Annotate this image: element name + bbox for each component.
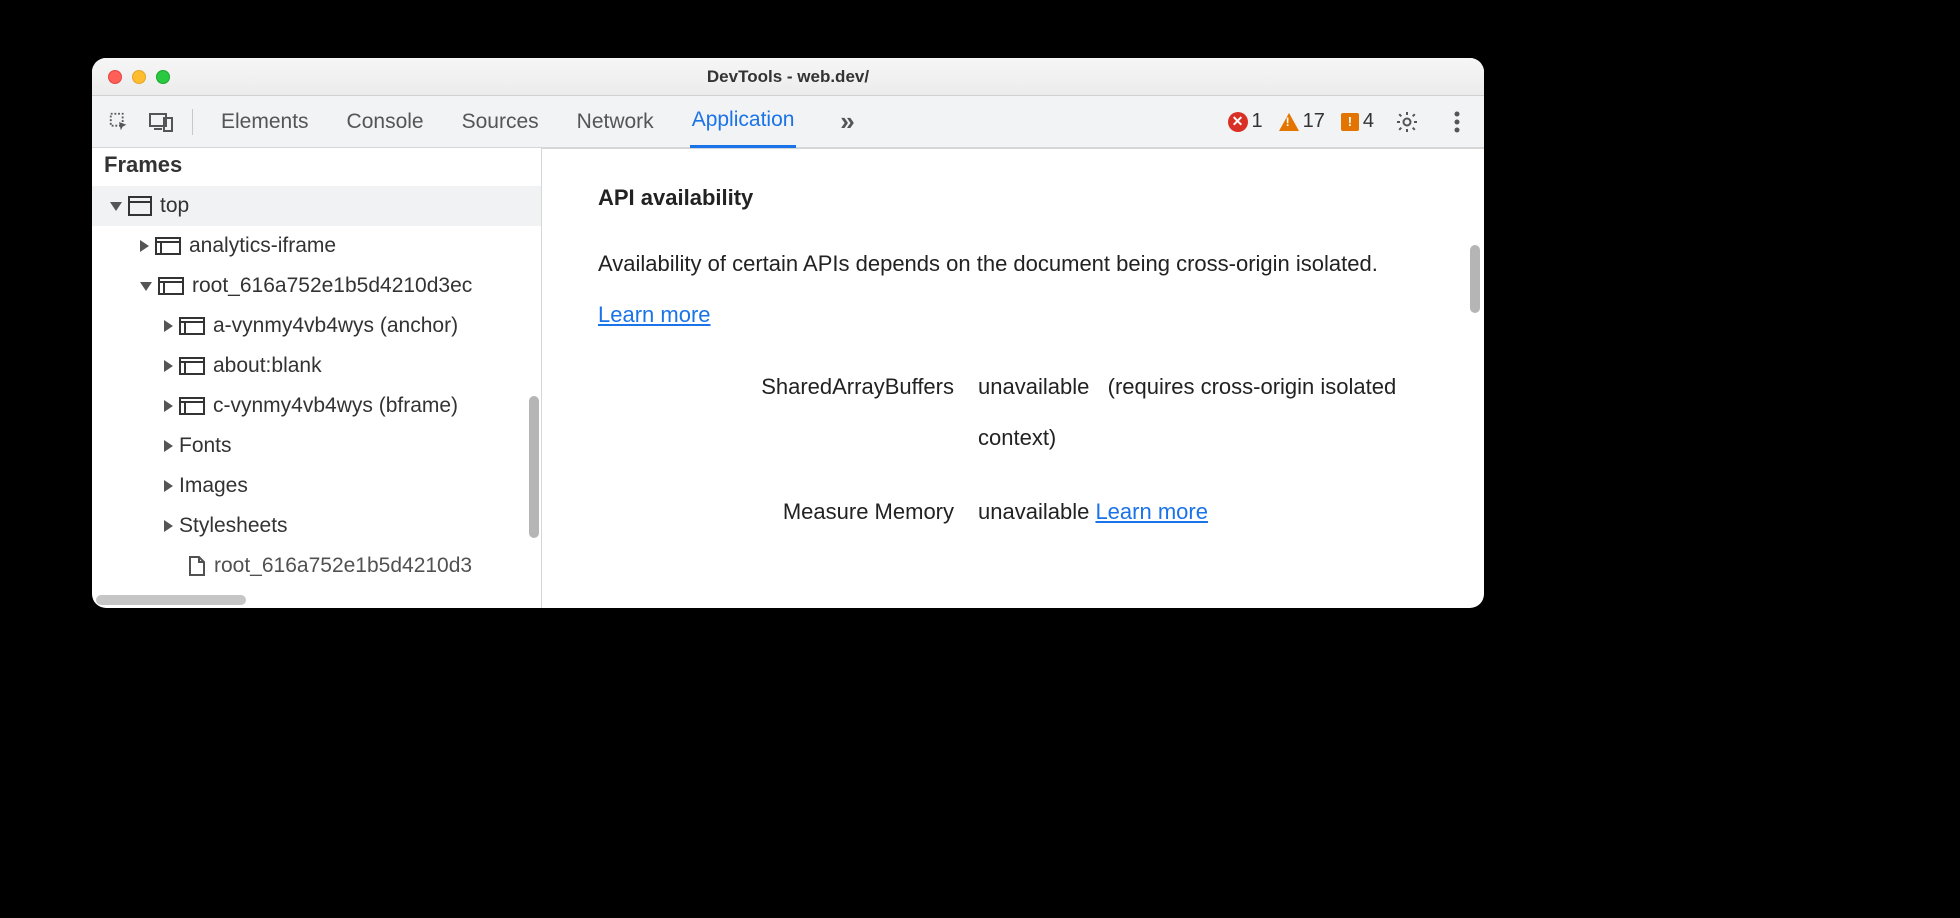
frame-icon	[158, 277, 184, 295]
toolbar-separator	[192, 109, 193, 135]
panel-tabs: Elements Console Sources Network Applica…	[219, 96, 864, 148]
learn-more-link[interactable]: Learn more	[598, 302, 711, 327]
tab-sources[interactable]: Sources	[460, 96, 541, 148]
issues-number: 4	[1363, 110, 1374, 133]
tree-item-root[interactable]: root_616a752e1b5d4210d3ec	[92, 266, 541, 306]
inspect-icon[interactable]	[102, 105, 136, 139]
tree-item-fonts[interactable]: Fonts	[92, 426, 541, 466]
tree-item-file[interactable]: root_616a752e1b5d4210d3	[92, 546, 541, 586]
api-row-value: unavailable Learn more	[978, 487, 1434, 538]
frames-tree: top analytics-iframe root_616a752e1b5d42…	[92, 186, 541, 608]
kebab-menu-icon[interactable]	[1440, 105, 1474, 139]
sidebar-heading: Frames	[92, 148, 541, 186]
chevron-right-icon	[164, 480, 173, 492]
tree-label: about:blank	[213, 354, 322, 378]
main-scrollbar-vertical[interactable]	[1470, 245, 1480, 313]
tree-label: root_616a752e1b5d4210d3ec	[192, 274, 472, 298]
tree-item-blank[interactable]: about:blank	[92, 346, 541, 386]
devtools-toolbar: Elements Console Sources Network Applica…	[92, 96, 1484, 148]
issues-icon: !	[1341, 113, 1359, 131]
tab-application[interactable]: Application	[690, 96, 797, 148]
frame-icon	[179, 357, 205, 375]
chevron-right-icon	[164, 520, 173, 532]
warning-icon	[1279, 113, 1299, 131]
api-row-label: Measure Memory	[598, 487, 978, 538]
device-toggle-icon[interactable]	[144, 105, 178, 139]
tree-item-stylesheets[interactable]: Stylesheets	[92, 506, 541, 546]
api-row-value: unavailable (requires cross-origin isola…	[978, 362, 1434, 463]
chevron-right-icon	[164, 400, 173, 412]
file-icon	[188, 556, 206, 576]
window-icon	[128, 196, 152, 216]
chevron-right-icon	[164, 320, 173, 332]
api-availability-table: SharedArrayBuffers unavailable (requires…	[598, 362, 1434, 538]
chevron-right-icon	[140, 240, 149, 252]
learn-more-link[interactable]: Learn more	[1095, 499, 1208, 524]
frame-icon	[155, 237, 181, 255]
main-panel: API availability Availability of certain…	[542, 148, 1484, 608]
tab-console[interactable]: Console	[345, 96, 426, 148]
tree-label: Fonts	[179, 434, 232, 458]
tree-label: Stylesheets	[179, 514, 288, 538]
warning-number: 17	[1303, 110, 1325, 133]
sidebar-scrollbar-vertical[interactable]	[529, 396, 539, 538]
error-count[interactable]: ✕ 1	[1228, 110, 1263, 133]
tree-label: c-vynmy4vb4wys (bframe)	[213, 394, 458, 418]
sidebar-scrollbar-horizontal[interactable]	[96, 595, 246, 605]
frame-icon	[179, 317, 205, 335]
error-icon: ✕	[1228, 112, 1248, 132]
tree-item-top[interactable]: top	[92, 186, 541, 226]
chevron-right-icon	[164, 360, 173, 372]
content-area: Frames top analytics-iframe	[92, 148, 1484, 608]
frame-icon	[179, 397, 205, 415]
devtools-window: DevTools - web.dev/ Elements Console Sou…	[92, 58, 1484, 608]
window-title: DevTools - web.dev/	[92, 67, 1484, 87]
tree-item-anchor[interactable]: a-vynmy4vb4wys (anchor)	[92, 306, 541, 346]
chevron-down-icon	[110, 202, 122, 211]
tree-item-bframe[interactable]: c-vynmy4vb4wys (bframe)	[92, 386, 541, 426]
tab-network[interactable]: Network	[575, 96, 656, 148]
issues-count[interactable]: ! 4	[1341, 110, 1374, 133]
chevron-down-icon	[140, 282, 152, 291]
section-description: Availability of certain APIs depends on …	[598, 239, 1434, 340]
tree-label: root_616a752e1b5d4210d3	[214, 554, 472, 578]
api-row-label: SharedArrayBuffers	[598, 362, 978, 413]
section-heading: API availability	[598, 185, 1434, 211]
frames-sidebar: Frames top analytics-iframe	[92, 148, 542, 608]
tree-label: top	[160, 194, 189, 218]
chevron-right-icon	[164, 440, 173, 452]
warning-count[interactable]: 17	[1279, 110, 1325, 133]
titlebar: DevTools - web.dev/	[92, 58, 1484, 96]
error-number: 1	[1252, 110, 1263, 133]
tree-item-images[interactable]: Images	[92, 466, 541, 506]
tree-item-analytics[interactable]: analytics-iframe	[92, 226, 541, 266]
tree-label: analytics-iframe	[189, 234, 336, 258]
more-tabs-icon[interactable]: »	[830, 105, 864, 139]
tree-label: Images	[179, 474, 248, 498]
tab-elements[interactable]: Elements	[219, 96, 311, 148]
gear-icon[interactable]	[1390, 105, 1424, 139]
tree-label: a-vynmy4vb4wys (anchor)	[213, 314, 458, 338]
